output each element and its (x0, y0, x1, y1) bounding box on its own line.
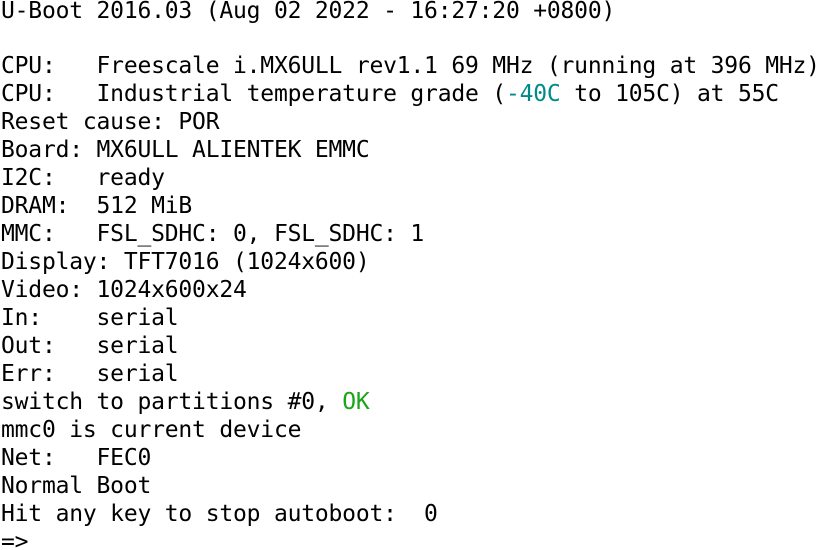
uboot-banner: U-Boot 2016.03 (Aug 02 2022 - 16:27:20 +… (1, 0, 616, 24)
display-line: Display: TFT7016 (1024x600) (1, 249, 370, 275)
autoboot-line: Hit any key to stop autoboot: 0 (1, 501, 438, 527)
cpu-temperature-prefix: CPU: Industrial temperature grade ( (1, 81, 506, 107)
cpu-temperature-low: -40C (505, 81, 561, 107)
mmc-line: MMC: FSL_SDHC: 0, FSL_SDHC: 1 (1, 221, 425, 247)
stdin-line: In: serial (1, 305, 179, 331)
ok-status: OK (342, 389, 370, 415)
switch-partition-line: switch to partitions #0, OK (1, 388, 370, 416)
stderr-line: Err: serial (1, 361, 179, 387)
net-line: Net: FEC0 (1, 445, 152, 471)
mmc-device-line: mmc0 is current device (1, 417, 302, 443)
boot-mode-line: Normal Boot (1, 473, 152, 499)
reset-cause-line: Reset cause: POR (1, 109, 220, 135)
cpu-temperature-suffix: to 105C) at 55C (560, 81, 779, 107)
stdout-line: Out: serial (1, 333, 179, 359)
board-line: Board: MX6ULL ALIENTEK EMMC (1, 137, 370, 163)
command-prompt[interactable]: => (1, 528, 28, 550)
cpu-info-line: CPU: Freescale i.MX6ULL rev1.1 69 MHz (r… (1, 53, 820, 79)
dram-line: DRAM: 512 MiB (1, 193, 193, 219)
video-line: Video: 1024x600x24 (1, 277, 247, 303)
i2c-line: I2C: ready (1, 165, 165, 191)
switch-partition-text: switch to partitions #0, (1, 389, 343, 415)
serial-console[interactable]: U-Boot 2016.03 (Aug 02 2022 - 16:27:20 +… (0, 0, 838, 550)
cpu-temperature-line: CPU: Industrial temperature grade (-40C … (1, 80, 779, 108)
